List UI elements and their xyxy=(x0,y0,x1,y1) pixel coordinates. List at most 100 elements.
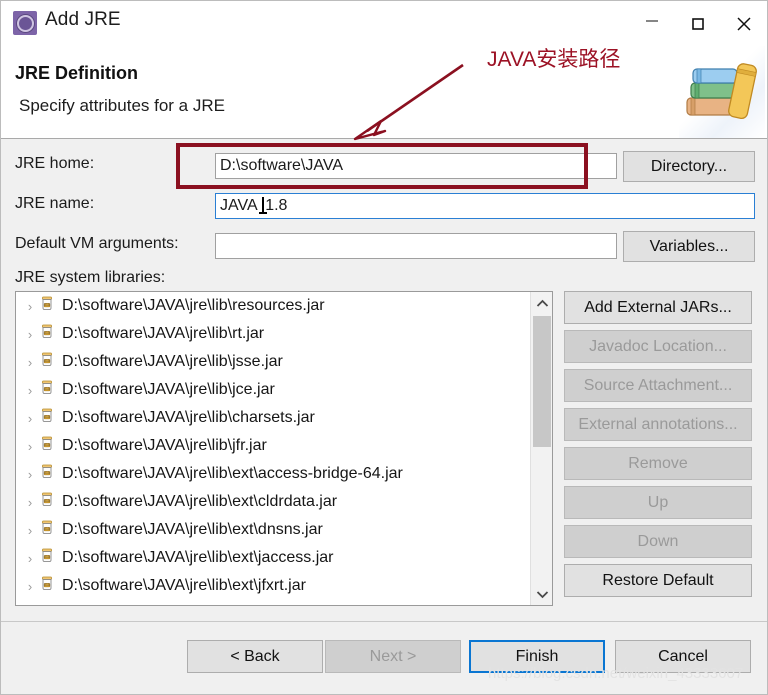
svg-text:010: 010 xyxy=(44,527,50,531)
svg-text:010: 010 xyxy=(44,471,50,475)
jar-icon: 010 xyxy=(38,295,58,318)
text-caret xyxy=(259,197,268,214)
back-button[interactable]: < Back xyxy=(187,640,323,673)
svg-text:010: 010 xyxy=(44,359,50,363)
expand-chevron-right-icon[interactable]: › xyxy=(22,467,38,482)
add-jre-dialog: Add JRE JRE Definition Specify attribute… xyxy=(0,0,768,695)
jar-icon: 010 xyxy=(38,435,58,458)
jre-name-value-after: 1.8 xyxy=(265,197,288,214)
library-list-item[interactable]: › 010 D:\software\JAVA\jre\lib\ext\dnsns.j… xyxy=(16,516,530,544)
external-annotations-button: External annotations... xyxy=(564,408,752,441)
vm-arguments-row: Default VM arguments: Variables... xyxy=(1,221,767,262)
scroll-up-chevron-up-icon[interactable] xyxy=(531,292,552,314)
jre-system-libraries-label: JRE system libraries: xyxy=(15,269,166,286)
library-list-item[interactable]: › 010 D:\software\JAVA\jre\lib\charsets.ja… xyxy=(16,404,530,432)
window-controls xyxy=(629,1,767,47)
down-button: Down xyxy=(564,525,752,558)
title-bar: Add JRE xyxy=(1,1,767,47)
svg-text:010: 010 xyxy=(44,331,50,335)
library-list-item[interactable]: › 010 D:\software\JAVA\jre\lib\resources.j… xyxy=(16,292,530,320)
jar-icon: 010 xyxy=(38,351,58,374)
library-path-label: D:\software\JAVA\jre\lib\jfr.jar xyxy=(62,437,267,454)
library-list-item[interactable]: › 010 D:\software\JAVA\jre\lib\ext\jfxrt.j… xyxy=(16,572,530,600)
expand-chevron-right-icon[interactable]: › xyxy=(22,355,38,370)
jre-system-libraries-list[interactable]: › 010 D:\software\JAVA\jre\lib\resources.j… xyxy=(15,291,553,606)
expand-chevron-right-icon[interactable]: › xyxy=(22,383,38,398)
jar-icon: 010 xyxy=(38,379,58,402)
page-subtitle: Specify attributes for a JRE xyxy=(19,96,225,115)
svg-text:010: 010 xyxy=(44,583,50,587)
form-area: JRE home: D:\software\JAVA Directory... … xyxy=(1,139,767,262)
library-list-item[interactable]: › 010 D:\software\JAVA\jre\lib\rt.jar xyxy=(16,320,530,348)
up-button: Up xyxy=(564,486,752,519)
library-path-label: D:\software\JAVA\jre\lib\ext\jfxrt.jar xyxy=(62,577,306,594)
library-path-label: D:\software\JAVA\jre\lib\charsets.jar xyxy=(62,409,315,426)
library-path-label: D:\software\JAVA\jre\lib\ext\access-brid… xyxy=(62,465,403,482)
dialog-footer: ? < Back Next > Finish Cancel xyxy=(1,622,767,694)
library-items-container: › 010 D:\software\JAVA\jre\lib\resources.j… xyxy=(16,292,530,600)
source-attachment-button: Source Attachment... xyxy=(564,369,752,402)
library-list-item[interactable]: › 010 D:\software\JAVA\jre\lib\jce.jar xyxy=(16,376,530,404)
minimize-button[interactable] xyxy=(629,1,675,47)
library-action-buttons: Add External JARs... Javadoc Location... S… xyxy=(564,291,754,603)
svg-text:010: 010 xyxy=(44,303,50,307)
svg-text:010: 010 xyxy=(44,499,50,503)
vm-arguments-input[interactable] xyxy=(215,233,617,259)
library-list-item[interactable]: › 010 D:\software\JAVA\jre\lib\ext\jaccess… xyxy=(16,544,530,572)
svg-text:010: 010 xyxy=(44,415,50,419)
library-path-label: D:\software\JAVA\jre\lib\ext\cldrdata.ja… xyxy=(62,493,338,510)
expand-chevron-right-icon[interactable]: › xyxy=(22,327,38,342)
javadoc-location-button: Javadoc Location... xyxy=(564,330,752,363)
next-button: Next > xyxy=(325,640,461,673)
library-path-label: D:\software\JAVA\jre\lib\jsse.jar xyxy=(62,353,283,370)
restore-default-button[interactable]: Restore Default xyxy=(564,564,752,597)
library-path-label: D:\software\JAVA\jre\lib\ext\dnsns.jar xyxy=(62,521,323,538)
scrollbar-thumb[interactable] xyxy=(533,316,551,447)
jre-name-row: JRE name: JAVA 1.8 xyxy=(1,181,767,221)
svg-text:010: 010 xyxy=(44,387,50,391)
jre-home-row: JRE home: D:\software\JAVA Directory... xyxy=(1,139,767,182)
jar-icon: 010 xyxy=(38,519,58,542)
watermark-text: https://blog.csdn.net/weixin_43333607 xyxy=(488,665,744,682)
close-button[interactable] xyxy=(721,1,767,47)
library-list-item[interactable]: › 010 D:\software\JAVA\jre\lib\jfr.jar xyxy=(16,432,530,460)
remove-button: Remove xyxy=(564,447,752,480)
expand-chevron-right-icon[interactable]: › xyxy=(22,523,38,538)
jre-home-input[interactable]: D:\software\JAVA xyxy=(215,153,617,179)
library-path-label: D:\software\JAVA\jre\lib\ext\jaccess.jar xyxy=(62,549,334,566)
variables-button[interactable]: Variables... xyxy=(623,231,755,262)
jar-icon: 010 xyxy=(38,575,58,598)
jar-icon: 010 xyxy=(38,491,58,514)
expand-chevron-right-icon[interactable]: › xyxy=(22,495,38,510)
library-list-item[interactable]: › 010 D:\software\JAVA\jre\lib\jsse.jar xyxy=(16,348,530,376)
app-gear-icon xyxy=(13,11,37,35)
scroll-down-chevron-down-icon[interactable] xyxy=(531,583,552,605)
library-path-label: D:\software\JAVA\jre\lib\jce.jar xyxy=(62,381,275,398)
jar-icon: 010 xyxy=(38,463,58,486)
maximize-button[interactable] xyxy=(675,1,721,47)
expand-chevron-right-icon[interactable]: › xyxy=(22,579,38,594)
expand-chevron-right-icon[interactable]: › xyxy=(22,299,38,314)
expand-chevron-right-icon[interactable]: › xyxy=(22,551,38,566)
library-path-label: D:\software\JAVA\jre\lib\resources.jar xyxy=(62,297,325,314)
library-list-item[interactable]: › 010 D:\software\JAVA\jre\lib\ext\access-… xyxy=(16,460,530,488)
library-path-label: D:\software\JAVA\jre\lib\rt.jar xyxy=(62,325,265,342)
svg-text:010: 010 xyxy=(44,443,50,447)
svg-text:010: 010 xyxy=(44,555,50,559)
library-list-item[interactable]: › 010 D:\software\JAVA\jre\lib\ext\cldrdat… xyxy=(16,488,530,516)
annotation-label: JAVA安装路径 xyxy=(487,48,621,71)
jre-name-input[interactable]: JAVA 1.8 xyxy=(215,193,755,219)
expand-chevron-right-icon[interactable]: › xyxy=(22,439,38,454)
page-title: JRE Definition xyxy=(15,63,139,83)
jar-icon: 010 xyxy=(38,323,58,346)
add-external-jars-button[interactable]: Add External JARs... xyxy=(564,291,752,324)
expand-chevron-right-icon[interactable]: › xyxy=(22,411,38,426)
jre-home-label: JRE home: xyxy=(15,155,95,172)
vm-arguments-label: Default VM arguments: xyxy=(15,235,179,252)
jar-icon: 010 xyxy=(38,547,58,570)
jar-icon: 010 xyxy=(38,407,58,430)
annotation-arrow-icon xyxy=(353,63,464,141)
directory-button[interactable]: Directory... xyxy=(623,151,755,182)
window-title: Add JRE xyxy=(45,9,121,30)
library-list-scrollbar[interactable] xyxy=(530,292,552,605)
